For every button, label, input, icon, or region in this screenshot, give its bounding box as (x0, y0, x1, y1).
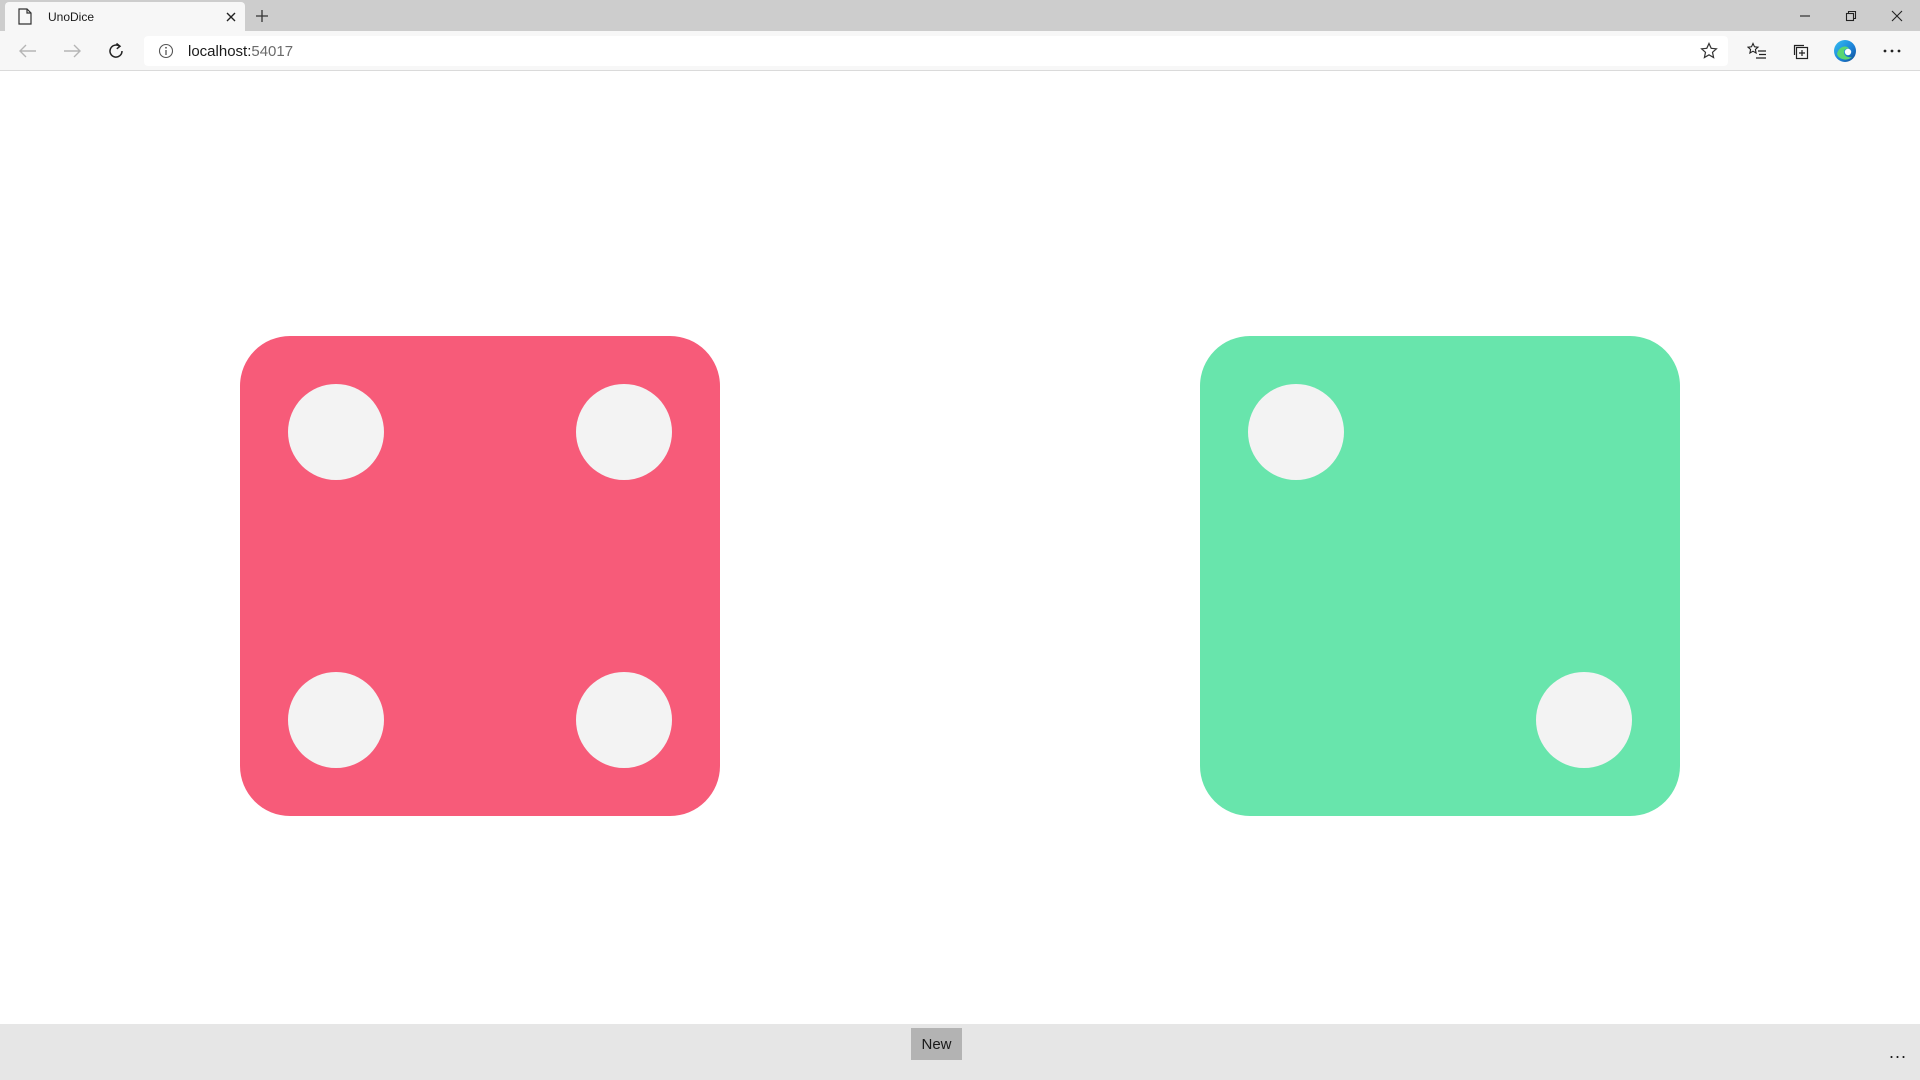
info-icon[interactable] (158, 43, 174, 59)
tab-title: UnoDice (48, 10, 95, 24)
back-arrow-icon[interactable] (12, 35, 44, 67)
new-button[interactable]: New (911, 1028, 962, 1060)
tab-strip: UnoDice (0, 0, 1920, 31)
pip (576, 672, 672, 768)
command-bar: New ... (0, 1024, 1920, 1080)
favorite-star-icon[interactable] (1700, 42, 1718, 60)
edge-logo-icon[interactable] (1829, 35, 1861, 67)
favorites-list-icon[interactable] (1741, 35, 1773, 67)
pip (288, 672, 384, 768)
url-text[interactable]: localhost:54017 (188, 43, 293, 60)
die-left (240, 336, 720, 816)
pip (1536, 672, 1632, 768)
page-icon (18, 8, 32, 25)
more-options-button[interactable]: ... (1880, 1040, 1916, 1064)
pip (576, 384, 672, 480)
refresh-icon[interactable] (100, 35, 132, 67)
restore-icon[interactable] (1828, 0, 1874, 31)
browser-toolbar: localhost:54017 (0, 31, 1920, 71)
minimize-icon[interactable] (1782, 0, 1828, 31)
url-port: 54017 (251, 43, 294, 60)
collections-icon[interactable] (1785, 35, 1817, 67)
address-bar[interactable]: localhost:54017 (144, 36, 1728, 66)
die-right (1200, 336, 1680, 816)
pip (288, 384, 384, 480)
tab-unodice[interactable]: UnoDice (5, 2, 245, 31)
tab-close-icon[interactable] (223, 9, 239, 25)
pip (1248, 384, 1344, 480)
window-close-icon[interactable] (1874, 0, 1920, 31)
app-page (0, 72, 1920, 1024)
url-host: localhost: (188, 43, 252, 60)
new-tab-icon[interactable] (252, 6, 272, 26)
forward-arrow-icon[interactable] (56, 35, 88, 67)
settings-more-icon[interactable] (1876, 35, 1908, 67)
